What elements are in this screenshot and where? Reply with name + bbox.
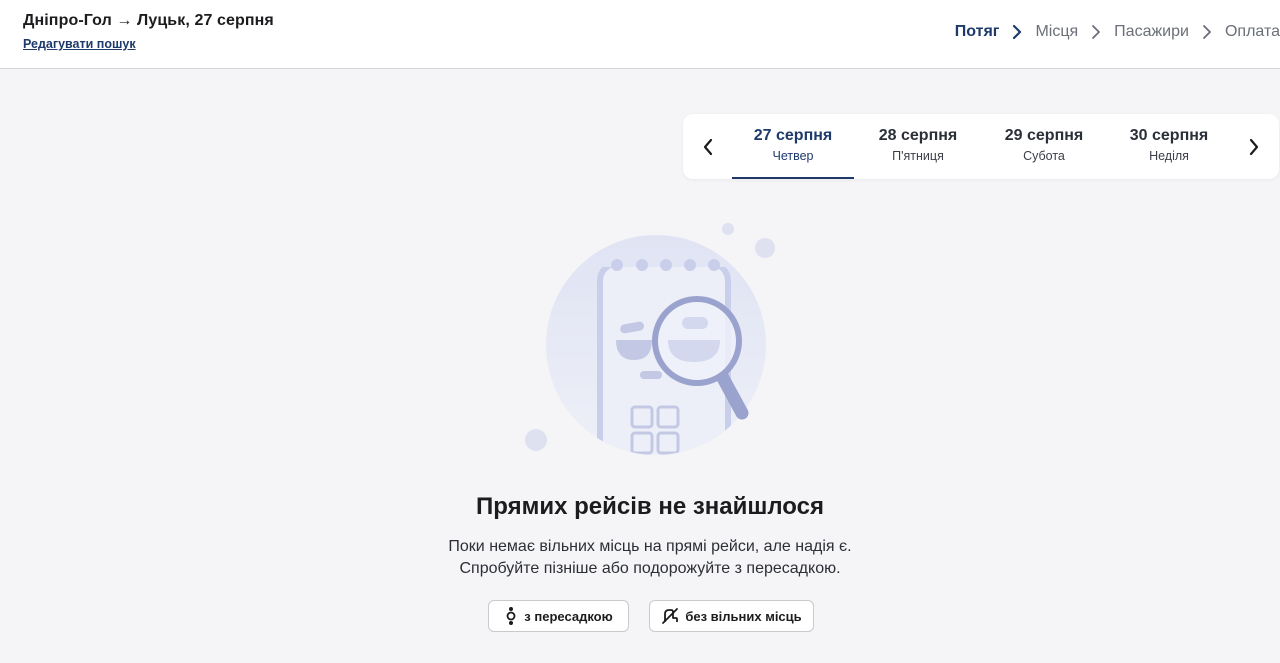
- date-label: 27 серпня: [753, 127, 833, 144]
- header: Дніпро-Гол → Луцьк, 27 серпня Редагувати…: [0, 0, 1280, 69]
- with-transfer-button[interactable]: з пересадкою: [488, 600, 629, 632]
- chip-label: без вільних місць: [685, 608, 802, 624]
- date-tab-29[interactable]: 29 серпня Субота: [983, 114, 1105, 179]
- no-free-seats-button[interactable]: без вільних місць: [649, 600, 814, 632]
- step-train[interactable]: Потяг: [955, 23, 1000, 41]
- chevron-right-icon: [1006, 21, 1028, 43]
- date-label: 29 серпня: [1004, 127, 1084, 144]
- empty-state-title: Прямих рейсів не знайшлося: [476, 493, 824, 520]
- booking-steps: Потяг Місця Пасажири Оплата: [955, 21, 1280, 43]
- route-title: Дніпро-Гол → Луцьк, 27 серпня: [23, 12, 274, 29]
- weekday-label: П'ятниця: [892, 149, 944, 163]
- empty-state-illustration: [520, 215, 790, 460]
- empty-state-line: Поки немає вільних місць на прямі рейси,…: [448, 538, 852, 555]
- date-tab-28[interactable]: 28 серпня П'ятниця: [857, 114, 979, 179]
- step-payment[interactable]: Оплата: [1225, 23, 1280, 41]
- date-tab-27[interactable]: 27 серпня Четвер: [732, 114, 854, 179]
- date-label: 30 серпня: [1129, 127, 1209, 144]
- chevron-left-icon[interactable]: [695, 134, 721, 160]
- no-seats-icon: [661, 607, 679, 625]
- chip-label: з пересадкою: [524, 608, 613, 624]
- empty-state-line: Спробуйте пізніше або подорожуйте з пере…: [459, 560, 841, 577]
- empty-state-description: Поки немає вільних місць на прямі рейси,…: [0, 536, 1280, 580]
- date-selector: 27 серпня Четвер 28 серпня П'ятниця 29 с…: [683, 114, 1279, 179]
- weekday-label: Неділя: [1149, 149, 1189, 163]
- chevron-right-icon: [1196, 21, 1218, 43]
- weekday-label: Четвер: [772, 149, 814, 163]
- chevron-right-icon: [1085, 21, 1107, 43]
- weekday-label: Субота: [1023, 149, 1065, 163]
- transfer-icon: [504, 606, 518, 626]
- step-seats[interactable]: Місця: [1035, 23, 1078, 41]
- date-tab-30[interactable]: 30 серпня Неділя: [1108, 114, 1230, 179]
- date-label: 28 серпня: [878, 127, 958, 144]
- chevron-right-icon[interactable]: [1241, 134, 1267, 160]
- step-passengers[interactable]: Пасажири: [1114, 23, 1189, 41]
- active-tab-indicator: [732, 177, 854, 179]
- edit-search-link[interactable]: Редагувати пошук: [23, 37, 136, 51]
